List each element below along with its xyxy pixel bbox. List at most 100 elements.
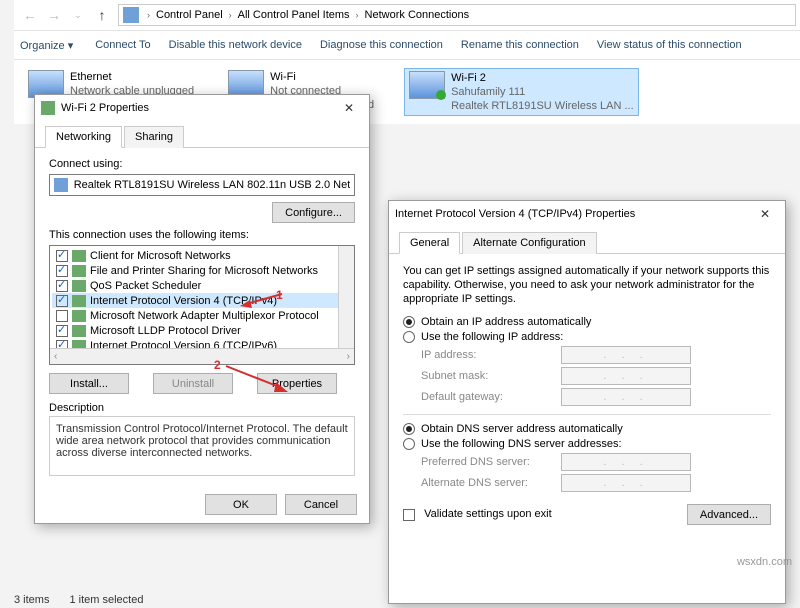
recent-dropdown[interactable]: ⌄ — [66, 3, 90, 27]
list-item: Microsoft LLDP Protocol Driver — [52, 323, 352, 338]
preferred-dns-input: . . . — [561, 453, 691, 471]
items-list[interactable]: Client for Microsoft Networks File and P… — [49, 245, 355, 365]
dialog-body: Connect using: Realtek RTL8191SU Wireles… — [35, 148, 369, 486]
dialog-title: Internet Protocol Version 4 (TCP/IPv4) P… — [395, 208, 635, 220]
breadcrumb-all-items[interactable]: All Control Panel Items — [234, 9, 354, 21]
list-item-ipv4: Internet Protocol Version 4 (TCP/IPv4) — [52, 293, 352, 308]
radio-obtain-ip[interactable] — [403, 316, 415, 328]
tab-networking[interactable]: Networking — [45, 126, 122, 148]
connection-wifi2[interactable]: Wi-Fi 2 Sahufamily 111 Realtek RTL8191SU… — [404, 68, 639, 116]
radio-obtain-dns[interactable] — [403, 423, 415, 435]
advanced-button[interactable]: Advanced... — [687, 504, 771, 525]
list-item: Client for Microsoft Networks — [52, 248, 352, 263]
ip-address-label: IP address: — [421, 349, 561, 361]
subnet-mask-label: Subnet mask: — [421, 370, 561, 382]
dialog-body: You can get IP settings assigned automat… — [389, 254, 785, 538]
validate-label: Validate settings upon exit — [424, 508, 552, 520]
status-items-count: 3 items — [14, 594, 49, 606]
chevron-right-icon: › — [354, 10, 361, 20]
configure-button[interactable]: Configure... — [272, 202, 355, 223]
checkbox[interactable] — [56, 325, 68, 337]
ipv4-properties-dialog: Internet Protocol Version 4 (TCP/IPv4) P… — [388, 200, 786, 604]
checkbox[interactable] — [56, 250, 68, 262]
view-status-button[interactable]: View status of this connection — [597, 39, 742, 51]
tab-sharing[interactable]: Sharing — [124, 126, 184, 148]
titlebar: Wi-Fi 2 Properties ✕ — [35, 95, 369, 121]
nav-row: ← → ⌄ ↑ › Control Panel › All Control Pa… — [14, 0, 800, 30]
component-icon — [72, 280, 86, 292]
description-label: Description — [49, 402, 355, 414]
adapter-name: Realtek RTL8191SU Wireless LAN 802.11n U… — [74, 179, 350, 191]
list-item: File and Printer Sharing for Microsoft N… — [52, 263, 352, 278]
address-bar[interactable]: › Control Panel › All Control Panel Item… — [118, 4, 796, 26]
connect-to-button[interactable]: Connect To — [95, 39, 150, 51]
organize-menu[interactable]: Organize ▾ — [20, 39, 77, 52]
vertical-scrollbar[interactable] — [338, 246, 354, 348]
wifi2-properties-dialog: Wi-Fi 2 Properties ✕ Networking Sharing … — [34, 94, 370, 524]
cancel-button[interactable]: Cancel — [285, 494, 357, 515]
preferred-dns-label: Preferred DNS server: — [421, 456, 561, 468]
component-icon — [72, 325, 86, 337]
titlebar: Internet Protocol Version 4 (TCP/IPv4) P… — [389, 201, 785, 227]
alternate-dns-input: . . . — [561, 474, 691, 492]
back-button[interactable]: ← — [18, 3, 42, 27]
status-selected-count: 1 item selected — [69, 594, 143, 606]
alternate-dns-label: Alternate DNS server: — [421, 477, 561, 489]
rename-button[interactable]: Rename this connection — [461, 39, 579, 51]
use-ip-label: Use the following IP address: — [421, 331, 563, 343]
chevron-right-icon: › — [227, 10, 234, 20]
tab-alt-config[interactable]: Alternate Configuration — [462, 232, 597, 254]
radio-use-ip[interactable] — [403, 331, 415, 343]
close-button[interactable]: ✕ — [751, 204, 779, 224]
tab-strip: General Alternate Configuration — [389, 227, 785, 254]
checkbox[interactable] — [56, 310, 68, 322]
network-icon — [41, 101, 55, 115]
subnet-mask-input: . . . — [561, 367, 691, 385]
tab-strip: Networking Sharing — [35, 121, 369, 148]
obtain-ip-label: Obtain an IP address automatically — [421, 316, 591, 328]
breadcrumb-network-connections[interactable]: Network Connections — [361, 9, 474, 21]
component-icon — [72, 295, 86, 307]
list-item: Microsoft Network Adapter Multiplexor Pr… — [52, 308, 352, 323]
properties-button[interactable]: Properties — [257, 373, 337, 394]
ok-button[interactable]: OK — [205, 494, 277, 515]
obtain-dns-label: Obtain DNS server address automatically — [421, 423, 623, 435]
wifi2-icon — [409, 71, 445, 99]
validate-checkbox[interactable] — [403, 509, 415, 521]
component-icon — [72, 310, 86, 322]
watermark: wsxdn.com — [737, 556, 792, 568]
component-icon — [72, 250, 86, 262]
ip-address-input: . . . — [561, 346, 691, 364]
use-dns-label: Use the following DNS server addresses: — [421, 438, 622, 450]
disable-device-button[interactable]: Disable this network device — [169, 39, 302, 51]
component-icon — [72, 265, 86, 277]
connection-name: Wi-Fi — [270, 70, 374, 84]
checkbox[interactable] — [56, 265, 68, 277]
connect-using-label: Connect using: — [49, 158, 355, 170]
install-button[interactable]: Install... — [49, 373, 129, 394]
radio-use-dns[interactable] — [403, 438, 415, 450]
forward-button[interactable]: → — [42, 3, 66, 27]
gateway-label: Default gateway: — [421, 391, 561, 403]
horizontal-scrollbar[interactable]: ‹› — [50, 348, 354, 364]
breadcrumb-control-panel[interactable]: Control Panel — [152, 9, 227, 21]
intro-text: You can get IP settings assigned automat… — [403, 264, 771, 306]
dialog-title: Wi-Fi 2 Properties — [61, 102, 149, 114]
up-button[interactable]: ↑ — [90, 3, 114, 27]
connection-adapter: Realtek RTL8191SU Wireless LAN ... — [451, 99, 634, 113]
uninstall-button[interactable]: Uninstall — [153, 373, 233, 394]
checkbox[interactable] — [56, 295, 68, 307]
list-item: QoS Packet Scheduler — [52, 278, 352, 293]
gateway-input: . . . — [561, 388, 691, 406]
command-bar: Organize ▾ Connect To Disable this netwo… — [14, 30, 800, 60]
connection-status: Sahufamily 111 — [451, 85, 634, 99]
checkbox[interactable] — [56, 280, 68, 292]
status-bar: 3 items 1 item selected — [14, 594, 143, 606]
folder-icon — [123, 7, 139, 23]
description-text: Transmission Control Protocol/Internet P… — [49, 416, 355, 476]
close-button[interactable]: ✕ — [335, 98, 363, 118]
connection-name: Wi-Fi 2 — [451, 71, 634, 85]
adapter-icon — [54, 178, 68, 192]
diagnose-button[interactable]: Diagnose this connection — [320, 39, 443, 51]
tab-general[interactable]: General — [399, 232, 460, 254]
